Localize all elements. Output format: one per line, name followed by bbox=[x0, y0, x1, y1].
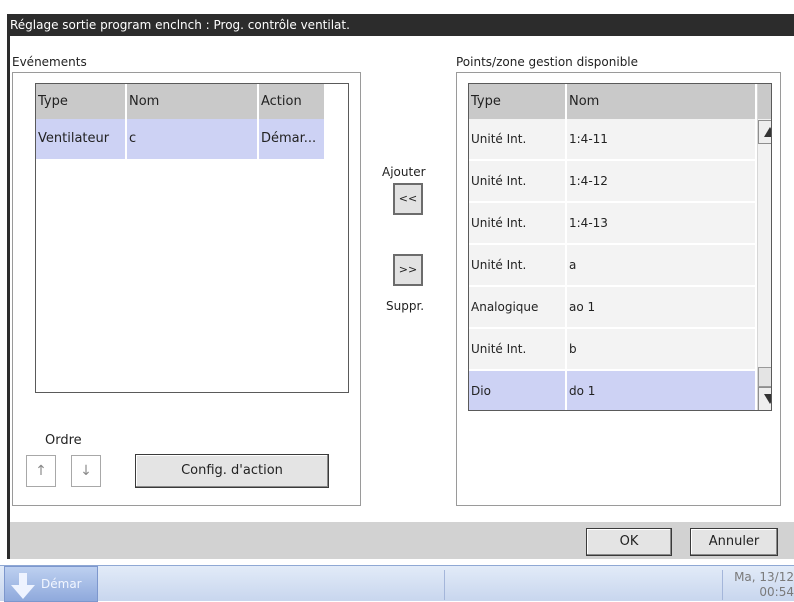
scroll-down-button[interactable] bbox=[758, 387, 771, 410]
dialog-footer: OK Annuler bbox=[10, 522, 794, 559]
points-cell-type: Dio bbox=[469, 371, 567, 410]
points-cell-type: Unité Int. bbox=[469, 329, 567, 369]
events-cell-action: Démar... bbox=[259, 119, 326, 159]
points-cell-type: Unité Int. bbox=[469, 245, 567, 285]
points-row[interactable]: Unité Int. a bbox=[469, 245, 757, 285]
arrow-down-icon bbox=[11, 573, 35, 599]
points-col-name[interactable]: Nom bbox=[567, 84, 757, 119]
points-cell-name: 1:4-12 bbox=[567, 161, 757, 201]
events-cell-type: Ventilateur bbox=[36, 119, 127, 159]
arrow-up-icon: ↑ bbox=[35, 463, 47, 479]
points-row[interactable]: Unité Int. 1:4-11 bbox=[469, 119, 757, 159]
taskbar-divider bbox=[444, 570, 445, 600]
triangle-up-icon bbox=[764, 127, 771, 137]
config-action-button[interactable]: Config. d'action bbox=[135, 454, 329, 488]
scroll-up-button[interactable] bbox=[758, 120, 771, 144]
points-group-label: Points/zone gestion disponible bbox=[456, 55, 639, 69]
scrollbar-header bbox=[758, 84, 771, 119]
events-col-type[interactable]: Type bbox=[36, 84, 127, 119]
points-cell-type: Unité Int. bbox=[469, 161, 567, 201]
events-row[interactable]: Ventilateur c Démar... bbox=[36, 119, 326, 159]
triangle-down-icon bbox=[764, 394, 771, 404]
add-button[interactable]: << bbox=[393, 183, 423, 215]
move-up-button[interactable]: ↑ bbox=[26, 455, 56, 487]
points-cell-name: do 1 bbox=[567, 371, 757, 410]
points-row[interactable]: Unité Int. 1:4-12 bbox=[469, 161, 757, 201]
move-down-button[interactable]: ↓ bbox=[71, 455, 101, 487]
events-cell-name: c bbox=[127, 119, 259, 159]
dialog-title: Réglage sortie program enclnch : Prog. c… bbox=[10, 18, 350, 32]
scroll-thumb[interactable] bbox=[758, 367, 771, 387]
points-cell-name: b bbox=[567, 329, 757, 369]
points-cell-name: 1:4-11 bbox=[567, 119, 757, 159]
clock-time: 00:54 bbox=[759, 585, 794, 599]
order-label: Ordre bbox=[45, 433, 82, 448]
events-col-action[interactable]: Action bbox=[259, 84, 326, 119]
points-cell-type: Unité Int. bbox=[469, 203, 567, 243]
points-row-selected[interactable]: Dio do 1 bbox=[469, 371, 757, 410]
points-cell-type: Analogique bbox=[469, 287, 567, 327]
points-table[interactable]: Type Nom Unité Int. 1:4-11 Unité Int. 1:… bbox=[468, 83, 772, 411]
events-group: Type Nom Action Ventilateur c Démar... O… bbox=[12, 72, 361, 506]
arrow-down-icon: ↓ bbox=[80, 463, 92, 479]
points-row[interactable]: Analogique ao 1 bbox=[469, 287, 757, 327]
remove-button[interactable]: >> bbox=[393, 254, 423, 286]
points-cell-name: 1:4-13 bbox=[567, 203, 757, 243]
points-row[interactable]: Unité Int. 1:4-13 bbox=[469, 203, 757, 243]
remove-label: Suppr. bbox=[386, 299, 425, 313]
start-label: Démar bbox=[41, 577, 82, 591]
events-table[interactable]: Type Nom Action Ventilateur c Démar... bbox=[35, 83, 349, 393]
points-cell-name: ao 1 bbox=[567, 287, 757, 327]
events-col-name[interactable]: Nom bbox=[127, 84, 259, 119]
clock-date: Ma, 13/12 bbox=[734, 570, 794, 584]
cancel-button[interactable]: Annuler bbox=[690, 528, 778, 556]
dialog-window: Réglage sortie program enclnch : Prog. c… bbox=[7, 14, 794, 559]
start-button[interactable]: Démar bbox=[4, 566, 98, 602]
points-row[interactable]: Unité Int. b bbox=[469, 329, 757, 369]
add-label: Ajouter bbox=[382, 165, 426, 179]
dialog-content: Evénements Type Nom Action Ventilateur c… bbox=[10, 36, 794, 522]
points-scrollbar[interactable] bbox=[757, 84, 771, 410]
events-group-label: Evénements bbox=[12, 55, 87, 69]
points-cell-name: a bbox=[567, 245, 757, 285]
ok-button[interactable]: OK bbox=[586, 528, 672, 556]
points-cell-type: Unité Int. bbox=[469, 119, 567, 159]
points-col-type[interactable]: Type bbox=[469, 84, 567, 119]
taskbar: Démar Ma, 13/12 00:54 bbox=[0, 565, 794, 602]
points-group: Type Nom Unité Int. 1:4-11 Unité Int. 1:… bbox=[456, 72, 781, 506]
taskbar-clock: Ma, 13/12 00:54 bbox=[722, 570, 794, 600]
